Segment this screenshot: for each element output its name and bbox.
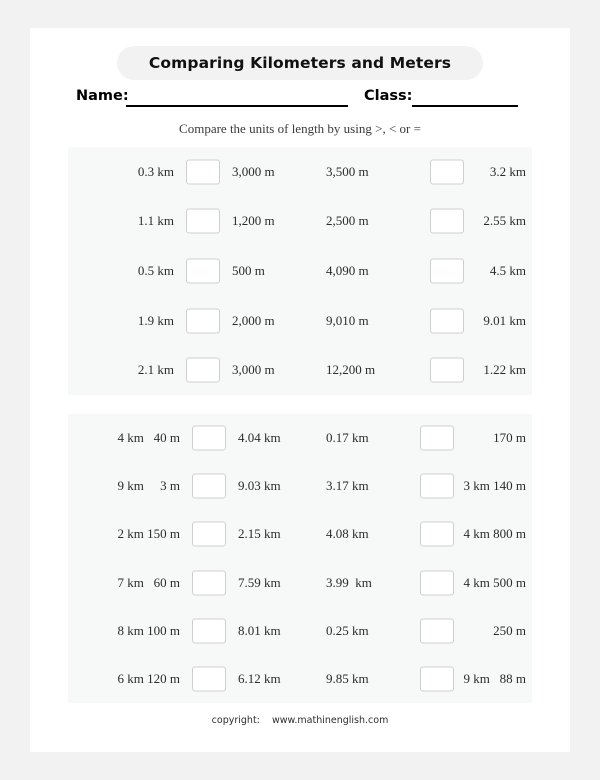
comparison-right-value: 1.22 km [483, 362, 526, 378]
answer-box[interactable] [192, 425, 226, 451]
comparison-left-value: 4 km 40 m [117, 430, 180, 446]
comparison-left-value: 0.17 km [326, 430, 369, 446]
exercise-row: 0.5 km 500 m 4,090 m 4.5 km [68, 246, 532, 296]
class-input-line[interactable] [412, 105, 518, 107]
exercise-panel-2: 4 km 40 m 4.04 km 0.17 km 170 m9 km 3 m 9.03… [68, 414, 532, 703]
answer-box[interactable] [420, 570, 454, 596]
comparison-left-value: 9.85 km [326, 671, 369, 687]
exercise-row: 2.1 km 3,000 m 12,200 m 1.22 km [68, 345, 532, 395]
answer-box[interactable] [430, 208, 464, 234]
comparison-right-value: 170 m [493, 430, 526, 446]
comparison-right-value: 4.5 km [489, 262, 526, 278]
comparison-left-value: 7 km 60 m [117, 574, 180, 590]
comparison-left-value: 9,010 m [326, 312, 369, 328]
answer-box[interactable] [420, 666, 454, 692]
comparison-left-value: 3.99 km [326, 574, 372, 590]
answer-box[interactable] [430, 159, 464, 185]
comparison-left-value: 2,500 m [326, 213, 369, 229]
answer-box[interactable] [186, 258, 220, 284]
comparison-left-value: 9 km 3 m [117, 478, 180, 494]
exercise-row: 7 km 60 m 7.59 km 3.99 km 4 km 500 m [68, 559, 532, 607]
exercise-row: 4 km 40 m 4.04 km 0.17 km 170 m [68, 414, 532, 462]
answer-box[interactable] [186, 208, 220, 234]
comparison-right-value: 9.01 km [483, 312, 526, 328]
exercise-row: 1.1 km 1,200 m 2,500 m 2.55 km [68, 197, 532, 247]
comparison-left-value: 0.5 km [137, 262, 174, 278]
answer-box[interactable] [420, 618, 454, 644]
answer-box[interactable] [186, 159, 220, 185]
comparison-left-value: 0.3 km [137, 163, 174, 179]
comparison-left-value: 3,500 m [326, 163, 369, 179]
title-banner: Comparing Kilometers and Meters [117, 46, 483, 80]
answer-box[interactable] [430, 258, 464, 284]
answer-box[interactable] [430, 357, 464, 383]
comparison-right-value: 4 km 500 m [463, 574, 526, 590]
comparison-left-value: 2.1 km [137, 362, 174, 378]
comparison-right-value: 9 km 88 m [463, 671, 526, 687]
exercise-row: 6 km 120 m 6.12 km 9.85 km 9 km 88 m [68, 655, 532, 703]
exercise-row: 8 km 100 m 8.01 km 0.25 km 250 m [68, 607, 532, 655]
answer-box[interactable] [430, 308, 464, 334]
instruction-text: Compare the units of length by using >, … [179, 121, 421, 136]
answer-box[interactable] [192, 666, 226, 692]
copyright-footer: copyright: www.mathinenglish.com [211, 715, 389, 726]
comparison-right-value: 4 km 800 m [463, 526, 526, 542]
comparison-left-value: 3.17 km [326, 478, 369, 494]
answer-box[interactable] [420, 521, 454, 547]
answer-box[interactable] [192, 570, 226, 596]
worksheet-page: Comparing Kilometers and Meters Name: Cl… [30, 28, 570, 752]
answer-box[interactable] [186, 357, 220, 383]
answer-box[interactable] [420, 473, 454, 499]
exercise-row: 0.3 km 3,000 m 3,500 m 3.2 km [68, 147, 532, 197]
page-title: Comparing Kilometers and Meters [148, 54, 452, 72]
comparison-left-value: 1.9 km [137, 312, 174, 328]
comparison-left-value: 12,200 m [326, 362, 376, 378]
comparison-left-value: 1.1 km [137, 213, 174, 229]
exercise-panel-1: 0.3 km 3,000 m 3,500 m 3.2 km 1.1 km 1,200 m2… [68, 147, 532, 395]
class-label: Class: [364, 88, 413, 104]
answer-box[interactable] [192, 521, 226, 547]
comparison-left-value: 4,090 m [326, 262, 369, 278]
exercise-row: 9 km 3 m 9.03 km 3.17 km 3 km 140 m [68, 462, 532, 510]
answer-box[interactable] [186, 308, 220, 334]
comparison-left-value: 8 km 100 m [117, 622, 180, 638]
exercise-row: 1.9 km 2,000 m 9,010 m 9.01 km [68, 296, 532, 346]
comparison-right-value: 250 m [493, 622, 526, 638]
answer-box[interactable] [192, 473, 226, 499]
comparison-right-value: 3 km 140 m [463, 478, 526, 494]
name-label: Name: [76, 88, 129, 104]
comparison-right-value: 3.2 km [489, 163, 526, 179]
answer-box[interactable] [420, 425, 454, 451]
exercise-row: 2 km 150 m 2.15 km 4.08 km 4 km 800 m [68, 510, 532, 558]
comparison-right-value: 2.55 km [483, 213, 526, 229]
comparison-left-value: 0.25 km [326, 622, 369, 638]
comparison-left-value: 4.08 km [326, 526, 369, 542]
answer-box[interactable] [192, 618, 226, 644]
comparison-left-value: 2 km 150 m [117, 526, 180, 542]
comparison-left-value: 6 km 120 m [117, 671, 180, 687]
name-class-row: Name: Class: [30, 86, 570, 112]
name-input-line[interactable] [126, 105, 348, 107]
